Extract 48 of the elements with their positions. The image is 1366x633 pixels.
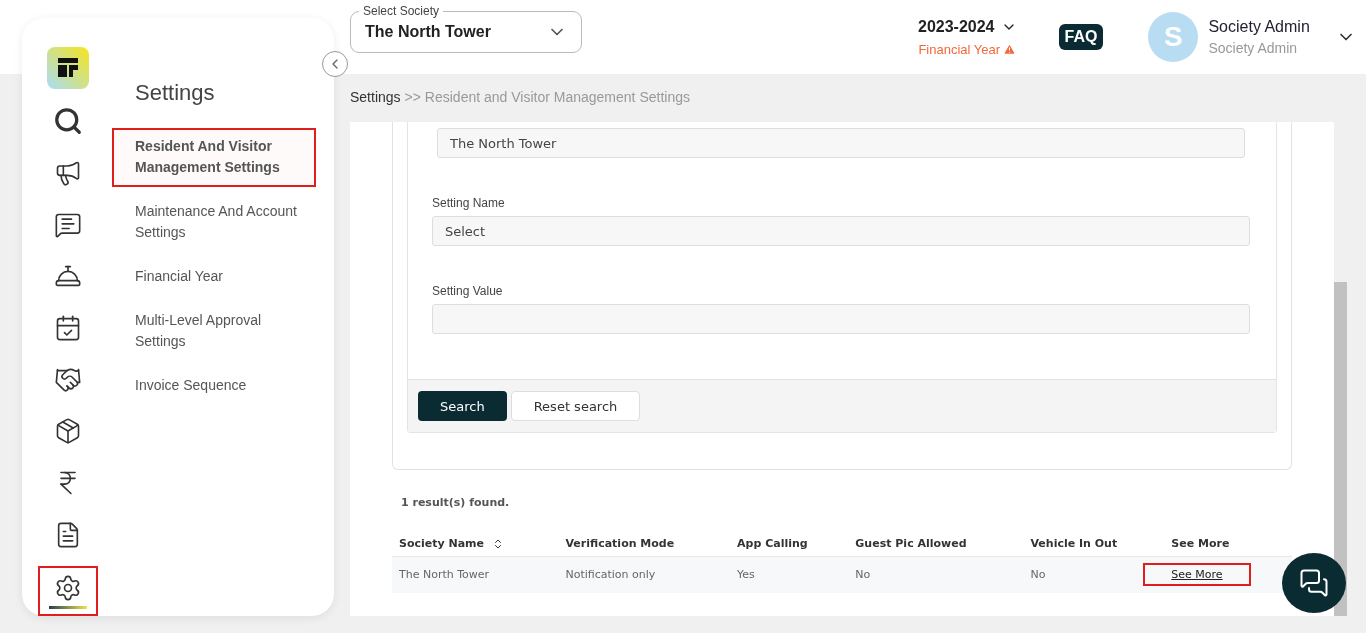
user-role: Society Admin [1208,40,1299,56]
menu-item[interactable]: Multi-Level Approval Settings [114,304,314,359]
reset-button[interactable]: Reset search [510,391,641,421]
menu-title: Settings [135,80,216,106]
field-label: Setting Value [432,284,504,298]
user-name: Society Admin [1208,18,1310,36]
input-field[interactable] [432,304,1250,334]
input-field[interactable]: Select [432,216,1250,246]
settings-icon [54,573,82,602]
collapse-button[interactable] [322,51,348,77]
column-header[interactable]: Society Name [392,531,559,557]
column-header: See More [1164,531,1292,557]
column-header: Vehicle In Out [1023,531,1165,557]
selection-bar [49,605,87,609]
search-button[interactable]: Search [418,391,507,421]
results-summary: 1 result(s) found. [401,496,511,509]
menu-item[interactable]: Resident And Visitor Management Settings [114,130,314,185]
box-icon [54,417,82,446]
breadcrumb-link[interactable]: Settings [350,89,401,105]
table-cell: No [1023,556,1165,593]
column-header: Guest Pic Allowed [848,531,1024,557]
column-header: Verification Mode [558,531,731,557]
table-cell: Notification only [558,556,731,593]
table-cell: No [848,556,1024,593]
table-cell: Yes [730,556,849,593]
select-label: Select Society [362,5,441,17]
chat-bubbles-icon [1299,568,1329,598]
select-value: The North Tower [365,22,491,41]
menu-item[interactable]: Maintenance And Account Settings [114,195,314,250]
menu-item[interactable]: Financial Year [114,260,314,294]
financial-year-select[interactable]: 2023-2024 [918,17,1017,36]
calendar-icon [54,314,82,342]
app-logo[interactable] [46,46,90,90]
table-cell: The North Tower [392,556,559,593]
megaphone-icon [54,159,82,188]
faq-button[interactable]: FAQ [1058,24,1104,50]
user-avatar: S [1148,12,1199,62]
society-select[interactable]: Select Society The North Tower [350,5,582,53]
breadcrumb-current: >> Resident and Visitor Management Settings [404,89,690,105]
column-header: App Calling [730,531,849,557]
search-icon [53,106,83,137]
financial-year-label: Financial Year [918,41,1017,57]
scrollbar[interactable] [1334,122,1347,616]
menu-item[interactable]: Invoice Sequence [114,369,314,403]
field-label: Setting Name [432,196,506,210]
input-field[interactable]: The North Tower [437,128,1245,158]
rail-button[interactable] [38,566,98,616]
handshake-icon [54,365,82,394]
